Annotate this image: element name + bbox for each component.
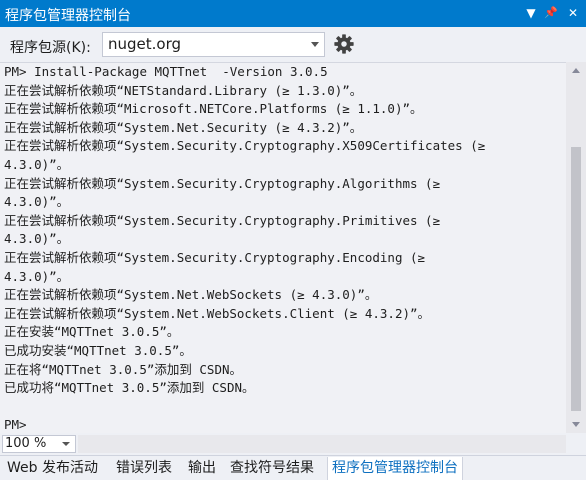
horizontal-scrollbar[interactable] [78,435,566,453]
chevron-down-icon [62,442,70,446]
console-line: 正在将“MQTTnet 3.0.5”添加到 CSDN。 [4,361,243,377]
console-line: 正在安装“MQTTnet 3.0.5”。 [4,324,180,340]
scroll-down-button[interactable] [566,417,586,433]
package-source-label: 程序包源(K): [10,40,91,56]
console-line: 正在尝试解析依赖项“Microsoft.NETCore.Platforms (≥… [4,101,423,117]
package-source-value: nuget.org [108,35,182,53]
console-toolbar: 程序包源(K): nuget.org [0,27,586,62]
window-title: 程序包管理器控制台 [5,8,131,24]
console-line: 正在尝试解析依赖项“System.Net.WebSockets.Client (… [4,305,431,321]
console-line: 正在尝试解析依赖项“System.Net.WebSockets (≥ 4.3.0… [4,287,378,303]
console-line: 正在尝试解析依赖项“System.Security.Cryptography.X… [4,138,486,154]
gear-icon[interactable] [333,33,355,55]
tab-find-symbol-results[interactable]: 查找符号结果 [226,457,318,480]
console-line: 正在尝试解析依赖项“System.Security.Cryptography.P… [4,212,441,228]
package-source-select[interactable]: nuget.org [102,32,325,57]
zoom-value: 100 % [5,436,47,451]
scroll-thumb[interactable] [571,147,581,411]
tab-error-list[interactable]: 错误列表 [112,457,176,480]
close-button[interactable]: ✕ [564,3,582,23]
console-line: 4.3.0)”。 [4,268,70,284]
tab-package-manager-console[interactable]: 程序包管理器控制台 [327,457,463,480]
console-line: 正在尝试解析依赖项“System.Security.Cryptography.A… [4,175,441,191]
pin-button[interactable]: 📌 [542,3,560,23]
scroll-up-button[interactable] [566,62,586,78]
tab-web-publish[interactable]: Web 发布活动 [3,457,102,480]
arrow-up-icon [572,68,580,73]
chevron-down-icon [311,42,319,47]
title-bar: 程序包管理器控制台 ▼ 📌 ✕ [0,0,586,27]
console-line: 正在尝试解析依赖项“NETStandard.Library (≥ 1.3.0)”… [4,82,363,98]
console-line: PM> Install-Package MQTTnet -Version 3.0… [4,64,328,79]
vertical-scrollbar[interactable] [566,62,586,433]
console-line: 4.3.0)”。 [4,231,70,247]
console-lines: PM> Install-Package MQTTnet -Version 3.0… [4,63,562,433]
bottom-tab-strip: Web 发布活动 错误列表 输出 查找符号结果 程序包管理器控制台 [0,455,586,480]
console-line: 已成功安装“MQTTnet 3.0.5”。 [4,342,192,358]
tab-output[interactable]: 输出 [184,457,220,480]
console-output[interactable]: PM> Install-Package MQTTnet -Version 3.0… [0,62,566,433]
console-line: 已成功将“MQTTnet 3.0.5”添加到 CSDN。 [4,380,255,396]
console-line: 4.3.0)”。 [4,156,70,172]
console-line: 4.3.0)”。 [4,194,70,210]
console-line: 正在尝试解析依赖项“System.Security.Cryptography.E… [4,249,426,265]
window-dropdown-button[interactable]: ▼ [522,3,540,23]
zoom-select[interactable]: 100 % [2,435,76,453]
console-line: 正在尝试解析依赖项“System.Net.Security (≥ 4.3.2)”… [4,119,363,135]
zoom-bar: 100 % [0,433,586,455]
arrow-down-icon [572,422,580,427]
console-line: PM> [4,417,27,433]
